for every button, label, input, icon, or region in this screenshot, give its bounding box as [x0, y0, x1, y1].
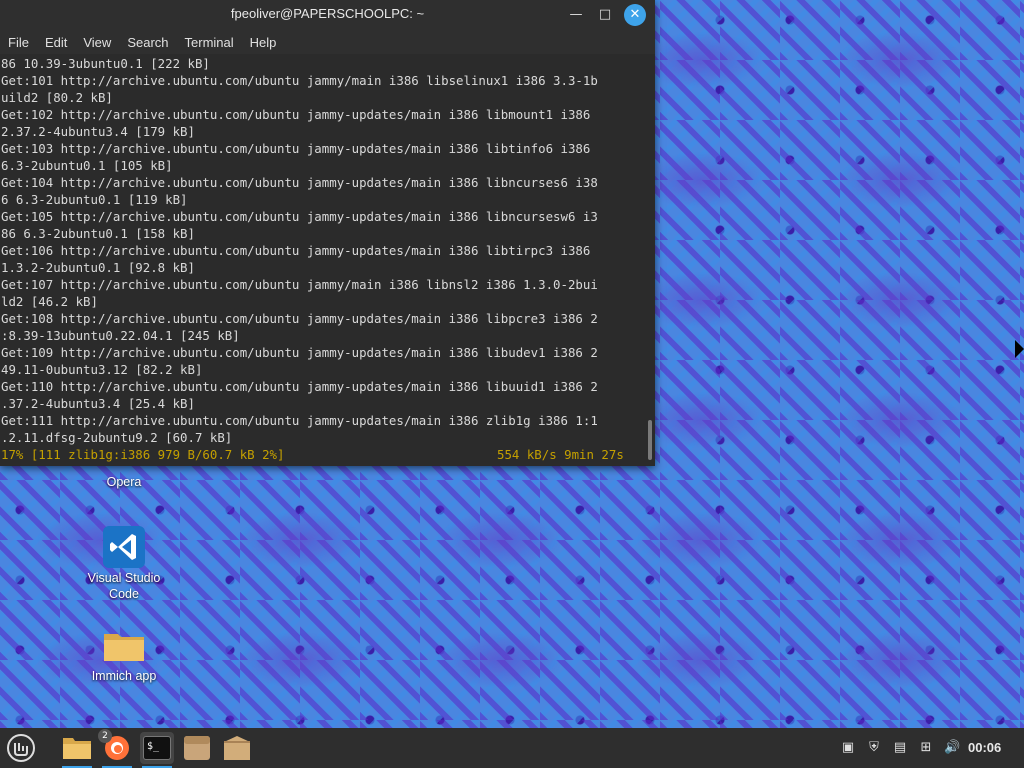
terminal-line: uild2 [80.2 kB] [1, 90, 113, 105]
package-icon [224, 736, 250, 760]
taskbar-terminal[interactable]: $_ [140, 732, 174, 768]
terminal-line: 6 6.3-2ubuntu0.1 [119 kB] [1, 192, 188, 207]
menu-search[interactable]: Search [127, 35, 168, 50]
terminal-window[interactable]: fpeoliver@PAPERSCHOOLPC: ~ — □ ✕ File Ed… [0, 0, 655, 466]
terminal-output[interactable]: 86 10.39-3ubuntu0.1 [222 kB] Get:101 http… [0, 55, 649, 466]
terminal-line: 86 10.39-3ubuntu0.1 [222 kB] [1, 56, 210, 71]
clock[interactable]: 00:06 [968, 740, 1001, 755]
apt-progress-line: 17% [111 zlib1g:i386 979 B/60.7 kB 2%] 55… [1, 446, 649, 463]
terminal-icon: $_ [143, 736, 171, 760]
desktop-icon-label: Opera [106, 475, 142, 489]
taskbar: 2 $_ ▣ ⛨ ▤ ⊞ 🔊 00:06 [0, 728, 1024, 768]
progress-text: 17% [111 zlib1g:i386 979 B/60.7 kB 2%] [1, 447, 285, 462]
menu-file[interactable]: File [8, 35, 29, 50]
terminal-line: Get:108 http://archive.ubuntu.com/ubuntu… [1, 311, 598, 326]
terminal-line: ld2 [46.2 kB] [1, 294, 98, 309]
taskbar-files[interactable] [60, 732, 94, 768]
terminal-line: 86 6.3-2ubuntu0.1 [158 kB] [1, 226, 195, 241]
terminal-line: Get:105 http://archive.ubuntu.com/ubuntu… [1, 209, 598, 224]
window-title: fpeoliver@PAPERSCHOOLPC: ~ [230, 6, 425, 21]
terminal-line: 1.3.2-2ubuntu0.1 [92.8 kB] [1, 260, 195, 275]
close-button[interactable]: ✕ [624, 4, 646, 26]
maximize-button[interactable]: □ [594, 4, 616, 26]
mouse-cursor [1015, 340, 1024, 358]
terminal-line: 49.11-0ubuntu3.12 [82.2 kB] [1, 362, 203, 377]
desktop-icon-immich[interactable]: Immich app [76, 624, 172, 684]
terminal-line: .2.11.dfsg-2ubuntu9.2 [60.7 kB] [1, 430, 233, 445]
menu-view[interactable]: View [83, 35, 111, 50]
volume-icon[interactable]: 🔊 [944, 740, 960, 756]
terminal-scrollbar[interactable] [648, 420, 652, 460]
taskbar-firefox[interactable]: 2 [98, 729, 134, 768]
terminal-line: .37.2-4ubuntu3.4 [25.4 kB] [1, 396, 195, 411]
terminal-line: Get:109 http://archive.ubuntu.com/ubuntu… [1, 345, 598, 360]
desktop-icon-opera[interactable]: Opera [76, 474, 172, 490]
terminal-line: Get:101 http://archive.ubuntu.com/ubuntu… [1, 73, 598, 88]
terminal-line: 6.3-2ubuntu0.1 [105 kB] [1, 158, 173, 173]
menu-bar: File Edit View Search Terminal Help [0, 30, 655, 54]
terminal-line: :8.39-13ubuntu0.22.04.1 [245 kB] [1, 328, 240, 343]
menu-edit[interactable]: Edit [45, 35, 67, 50]
rate-text: 554 kB/s 9min 27s [497, 447, 624, 462]
mint-menu-button[interactable] [4, 732, 38, 764]
terminal-line: 2.37.2-4ubuntu3.4 [179 kB] [1, 124, 195, 139]
terminal-line: Get:107 http://archive.ubuntu.com/ubuntu… [1, 277, 598, 292]
window-titlebar[interactable]: fpeoliver@PAPERSCHOOLPC: ~ — □ ✕ [0, 0, 655, 30]
minimize-button[interactable]: — [565, 4, 587, 26]
terminal-line: Get:111 http://archive.ubuntu.com/ubuntu… [1, 413, 598, 428]
folder-icon [102, 628, 146, 664]
archive-icon [184, 736, 210, 760]
taskbar-archive[interactable] [180, 732, 214, 764]
terminal-line: Get:103 http://archive.ubuntu.com/ubuntu… [1, 141, 591, 156]
files-icon [63, 738, 91, 759]
terminal-line: Get:102 http://archive.ubuntu.com/ubuntu… [1, 107, 591, 122]
menu-terminal[interactable]: Terminal [185, 35, 234, 50]
clipboard-icon[interactable]: ▣ [840, 740, 856, 756]
desktop-icon-vscode[interactable]: Visual Studio Code [76, 526, 172, 602]
terminal-line: Get:110 http://archive.ubuntu.com/ubuntu… [1, 379, 598, 394]
desktop-icon-label: Visual Studio Code [87, 571, 161, 601]
update-icon[interactable]: ▤ [892, 740, 908, 756]
window-count-badge: 2 [98, 729, 112, 743]
terminal-line: Get:106 http://archive.ubuntu.com/ubuntu… [1, 243, 591, 258]
network-icon[interactable]: ⊞ [918, 740, 934, 756]
desktop-icon-label: Immich app [91, 669, 157, 683]
mint-menu-icon [7, 734, 35, 762]
terminal-line: Get:104 http://archive.ubuntu.com/ubuntu… [1, 175, 598, 190]
shield-icon[interactable]: ⛨ [866, 740, 882, 756]
taskbar-package[interactable] [220, 732, 254, 764]
menu-help[interactable]: Help [250, 35, 277, 50]
vscode-icon [103, 526, 145, 568]
